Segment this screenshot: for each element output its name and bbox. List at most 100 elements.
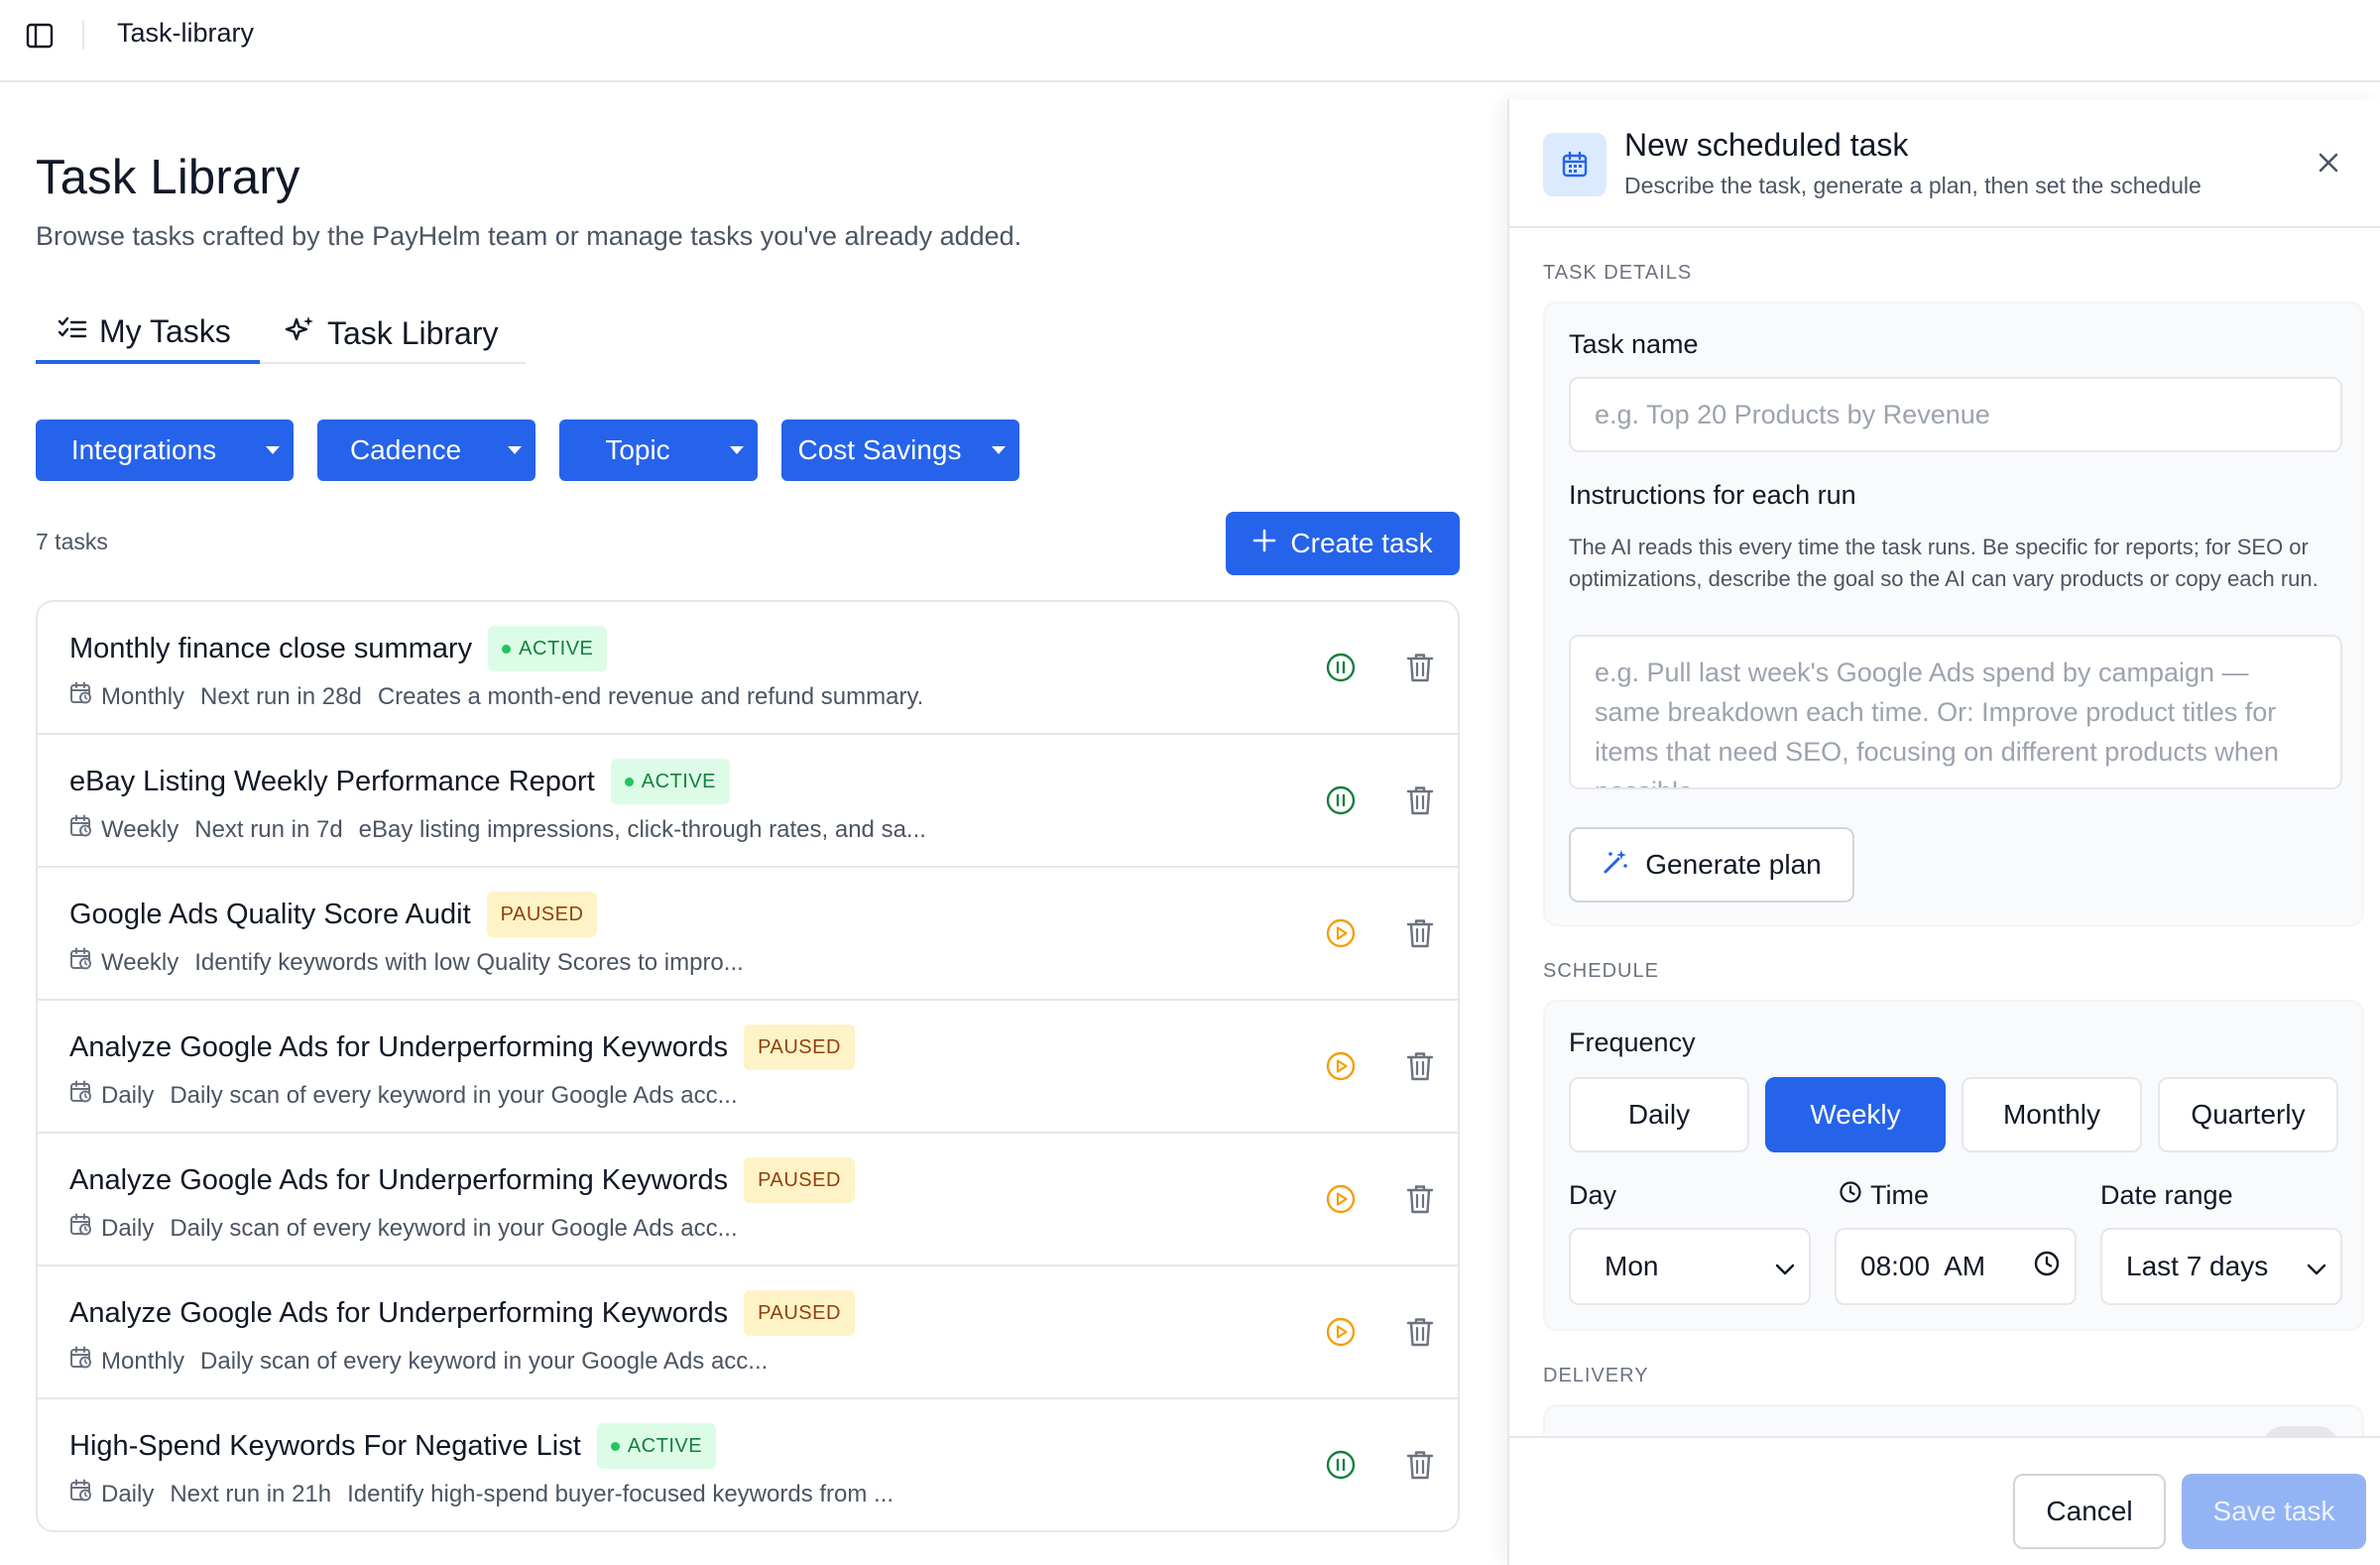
task-name: Analyze Google Ads for Underperforming K… <box>69 1163 729 1196</box>
play-icon[interactable] <box>1323 1048 1359 1084</box>
status-dot <box>624 777 634 786</box>
status-badge-label: PAUSED <box>500 903 584 925</box>
tab-my-tasks[interactable]: My Tasks <box>36 302 260 364</box>
task-next-run: Next run in 7d <box>194 815 343 843</box>
frequency-daily-button[interactable]: Daily <box>1569 1077 1749 1152</box>
status-badge-label: ACTIVE <box>627 1434 703 1457</box>
task-name: eBay Listing Weekly Performance Report <box>69 765 595 797</box>
filter-cost-savings[interactable]: Cost Savings <box>781 420 1019 481</box>
save-task-button[interactable]: Save task <box>2182 1474 2366 1549</box>
clock-icon <box>2033 1250 2061 1284</box>
task-meta: Monthly Next run in 28d Creates a month-en… <box>69 681 923 712</box>
create-task-button[interactable]: Create task <box>1226 512 1460 575</box>
tab-task-library-label: Task Library <box>327 314 499 351</box>
task-next-run: Next run in 28d <box>200 682 362 710</box>
frequency-label: Frequency <box>1569 1027 1696 1057</box>
trash-icon[interactable] <box>1402 1181 1438 1217</box>
task-name: Monthly finance close summary <box>69 632 473 664</box>
task-title-line: Monthly finance close summary ACTIVE <box>69 626 608 671</box>
time-label: Time <box>1870 1180 1929 1210</box>
close-icon[interactable] <box>2311 145 2346 181</box>
task-row[interactable]: Analyze Google Ads for Underperforming K… <box>38 1001 1458 1134</box>
status-badge-label: ACTIVE <box>641 770 717 792</box>
task-cadence-label: Weekly <box>101 948 179 976</box>
filter-cadence[interactable]: Cadence <box>317 420 536 481</box>
task-title-line: Analyze Google Ads for Underperforming K… <box>69 1157 855 1203</box>
task-next-run: Next run in 21h <box>170 1480 332 1507</box>
frequency-quarterly-button[interactable]: Quarterly <box>2158 1077 2338 1152</box>
calendar-clock-icon <box>69 681 93 712</box>
calendar-clock-icon <box>69 1479 93 1509</box>
pause-icon[interactable] <box>1323 650 1359 685</box>
task-cadence: Daily <box>69 1213 154 1244</box>
task-description: eBay listing impressions, click-through … <box>358 815 926 843</box>
frequency-weekly-button[interactable]: Weekly <box>1765 1077 1946 1152</box>
calendar-icon <box>1543 133 1606 196</box>
instructions-textarea[interactable] <box>1569 635 2342 789</box>
task-cadence: Weekly <box>69 947 178 978</box>
day-select[interactable]: Mon <box>1569 1228 1811 1305</box>
status-badge-label: ACTIVE <box>519 637 594 660</box>
time-input-value: 08:00 AM <box>1860 1251 1986 1281</box>
time-label-group: Time <box>1839 1180 1929 1211</box>
date-range-label: Date range <box>2100 1180 2233 1210</box>
pause-icon[interactable] <box>1323 782 1359 818</box>
task-name-label: Task name <box>1569 329 1699 359</box>
trash-icon[interactable] <box>1402 782 1438 818</box>
status-badge: PAUSED <box>486 892 598 937</box>
trash-icon[interactable] <box>1402 1048 1438 1084</box>
trash-icon[interactable] <box>1402 1314 1438 1350</box>
schedule-section-label: SCHEDULE <box>1543 960 1659 982</box>
caret-down-icon <box>252 420 294 481</box>
task-meta: Weekly Next run in 7d eBay listing impress… <box>69 814 926 845</box>
panel-footer: Cancel Save task <box>1509 1436 2380 1565</box>
task-name-input[interactable] <box>1569 377 2342 452</box>
main-content: Task Library Browse tasks crafted by the… <box>0 84 1488 1565</box>
date-range-select-value: Last 7 days <box>2126 1251 2269 1281</box>
tab-task-library[interactable]: Task Library <box>260 302 523 364</box>
day-select-value: Mon <box>1605 1251 1659 1281</box>
task-cadence: Daily <box>69 1080 154 1111</box>
task-meta: Daily Next run in 21h Identify high-spend … <box>69 1479 893 1509</box>
task-meta: Daily Daily scan of every keyword in your… <box>69 1213 738 1244</box>
panel-subtitle: Describe the task, generate a plan, then… <box>1624 173 2202 198</box>
task-meta: Weekly Identify keywords with low Quality… <box>69 947 744 978</box>
play-icon[interactable] <box>1323 1181 1359 1217</box>
task-cadence: Weekly <box>69 814 178 845</box>
task-row[interactable]: Monthly finance close summary ACTIVE Month… <box>38 602 1458 735</box>
cancel-button[interactable]: Cancel <box>2013 1474 2166 1549</box>
filter-label: Integrations <box>70 434 217 465</box>
create-task-label: Create task <box>1290 528 1433 558</box>
frequency-monthly-button[interactable]: Monthly <box>1962 1077 2142 1152</box>
status-badge: ACTIVE <box>488 626 608 671</box>
task-row[interactable]: Analyze Google Ads for Underperforming K… <box>38 1266 1458 1399</box>
task-cadence-label: Monthly <box>101 682 185 710</box>
task-row[interactable]: Analyze Google Ads for Underperforming K… <box>38 1134 1458 1266</box>
caret-down-icon <box>716 420 758 481</box>
trash-icon[interactable] <box>1402 650 1438 685</box>
status-badge-label: PAUSED <box>758 1035 841 1058</box>
filter-integrations[interactable]: Integrations <box>36 420 294 481</box>
pause-icon[interactable] <box>1323 1447 1359 1483</box>
task-row[interactable]: Google Ads Quality Score Audit PAUSED Week… <box>38 868 1458 1001</box>
generate-plan-button[interactable]: Generate plan <box>1569 827 1854 903</box>
filter-topic[interactable]: Topic <box>559 420 758 481</box>
top-bar: Task-library <box>0 0 2380 82</box>
calendar-clock-icon <box>69 1213 93 1244</box>
play-icon[interactable] <box>1323 1314 1359 1350</box>
task-cadence: Monthly <box>69 1346 184 1377</box>
status-badge: PAUSED <box>744 1157 855 1203</box>
play-icon[interactable] <box>1323 915 1359 951</box>
task-row[interactable]: High-Spend Keywords For Negative List ACT… <box>38 1399 1458 1530</box>
trash-icon[interactable] <box>1402 915 1438 951</box>
task-name: Analyze Google Ads for Underperforming K… <box>69 1296 729 1329</box>
trash-icon[interactable] <box>1402 1447 1438 1483</box>
date-range-select[interactable]: Last 7 days <box>2100 1228 2342 1305</box>
task-details-card: Task name Instructions for each run The … <box>1543 301 2364 926</box>
sidebar-toggle-icon[interactable] <box>24 20 56 52</box>
status-badge-label: PAUSED <box>758 1301 841 1324</box>
task-meta: Monthly Daily scan of every keyword in yo… <box>69 1346 768 1377</box>
time-input[interactable]: 08:00 AM <box>1835 1228 2077 1305</box>
task-row[interactable]: eBay Listing Weekly Performance Report AC… <box>38 735 1458 868</box>
topbar-divider <box>82 20 84 50</box>
